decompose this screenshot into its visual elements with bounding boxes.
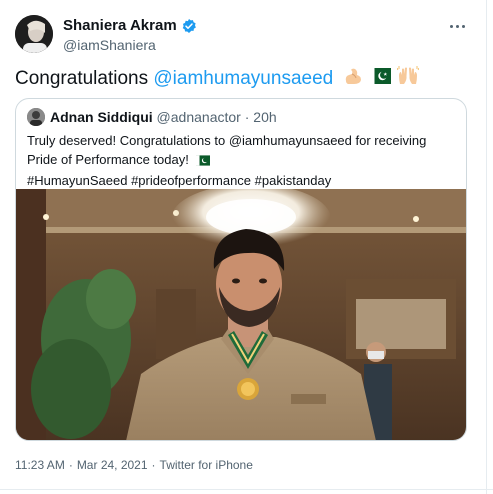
tweet-card: Shaniera Akram @iamShaniera Congratulati… [0,0,493,494]
verified-badge-icon [181,18,197,34]
author-name-text[interactable]: Shaniera Akram [63,17,177,34]
more-options-icon[interactable] [447,16,467,36]
tweet-text-prefix: Congratulations [15,68,154,89]
tweet-source-link[interactable]: Twitter for iPhone [160,458,253,472]
flexed-biceps-icon [343,66,363,92]
quoted-time[interactable]: 20h [253,109,276,125]
divider [486,0,487,494]
quoted-author-handle[interactable]: @adnanactor [157,109,241,125]
tweet-text: Congratulations @iamhumayunsaeed [15,66,420,92]
pakistan-flag-icon [369,68,392,90]
quoted-hashtags[interactable]: #HumayunSaeed #prideofperformance #pakis… [27,173,331,188]
avatar[interactable] [15,15,53,53]
raising-hands-icon [396,66,420,92]
divider [0,489,493,490]
quoted-header: Adnan Siddiqui @adnanactor · 20h [50,109,277,125]
timestamp-date[interactable]: Mar 24, 2021 [77,458,148,472]
tweet-mention-link[interactable]: @iamhumayunsaeed [153,68,333,90]
tweet-timestamp[interactable]: 11:23 AM · Mar 24, 2021 · Twitter for iPhone [15,458,253,472]
quoted-text: Truly deserved! Congratulations to @iamh… [27,133,427,167]
author-handle[interactable]: @iamShaniera [63,37,156,53]
tweet-photo[interactable] [16,189,466,440]
quoted-tweet[interactable]: Adnan Siddiqui @adnanactor · 20h Truly d… [15,98,467,441]
timestamp-time[interactable]: 11:23 AM [15,458,65,472]
quoted-text-block: Truly deserved! Congratulations to @iamh… [27,131,457,190]
author-name[interactable]: Shaniera Akram [63,17,197,34]
quoted-avatar[interactable] [27,108,45,126]
quoted-author-name[interactable]: Adnan Siddiqui [50,109,153,125]
pakistan-flag-icon [196,152,211,171]
